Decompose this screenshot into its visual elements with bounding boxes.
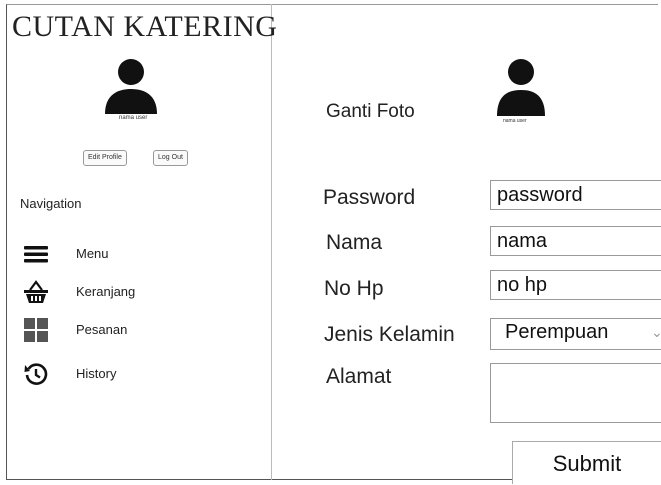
change-photo-label: Ganti Foto (326, 101, 415, 122)
edit-profile-button[interactable]: Edit Profile (83, 150, 127, 166)
sidebar: CUTAN KATERING nama user Edit Profile Lo… (6, 4, 277, 480)
sidebar-avatar-caption: nama user (119, 115, 148, 121)
grid-icon (24, 318, 48, 342)
gender-label: Jenis Kelamin (324, 323, 455, 346)
address-textarea[interactable] (490, 363, 661, 423)
name-label: Nama (326, 231, 383, 254)
gender-select[interactable]: Perempuan ⌄ (490, 318, 661, 350)
profile-avatar-caption: nama user (503, 118, 527, 124)
address-label: Alamat (326, 365, 392, 388)
menu-icon (24, 242, 48, 266)
brand-title: CUTAN KATERING (12, 10, 278, 43)
sidebar-item-pesanan[interactable]: Pesanan (24, 318, 244, 342)
sidebar-item-label: Menu (76, 246, 109, 261)
gender-selected-value: Perempuan (505, 321, 609, 343)
phone-label: No Hp (324, 277, 384, 300)
sidebar-item-menu[interactable]: Menu (24, 242, 244, 266)
phone-field[interactable] (490, 270, 661, 300)
password-field[interactable] (490, 180, 661, 210)
sidebar-item-keranjang[interactable]: Keranjang (24, 280, 244, 304)
password-label: Password (323, 186, 416, 209)
sidebar-item-label: Keranjang (76, 284, 136, 299)
history-icon (24, 362, 48, 386)
sidebar-item-history[interactable]: History (24, 362, 244, 386)
nav-heading: Navigation (20, 196, 82, 211)
profile-avatar-icon (496, 58, 546, 116)
sidebar-item-label: Pesanan (76, 322, 128, 337)
submit-button[interactable]: Submit (512, 441, 661, 484)
logout-button[interactable]: Log Out (153, 150, 188, 166)
basket-icon (24, 280, 48, 304)
sidebar-item-label: History (76, 366, 117, 381)
sidebar-avatar-icon (104, 58, 158, 114)
name-field[interactable] (490, 226, 661, 256)
chevron-down-icon: ⌄ (651, 324, 661, 340)
